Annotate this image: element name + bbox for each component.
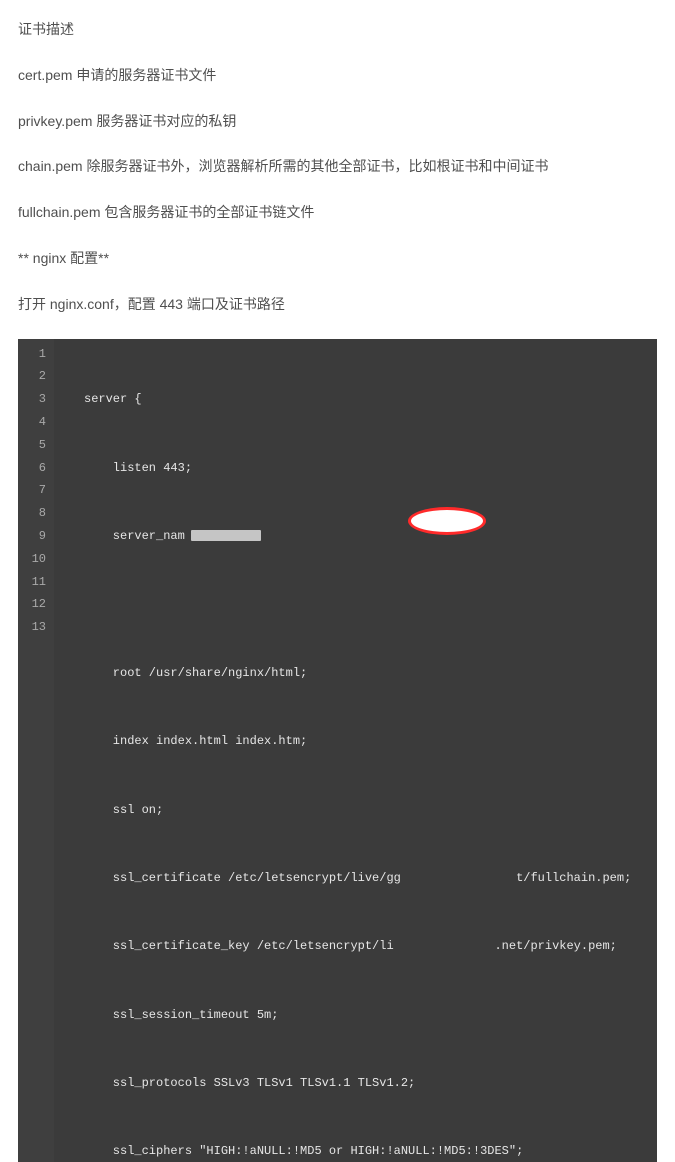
line-number: 1 [18,343,46,366]
code-line: server { [84,388,657,411]
para-cert-pem: cert.pem 申请的服务器证书文件 [18,64,657,88]
code-line: index index.html index.htm; [84,730,657,753]
code-line: listen 443; [84,457,657,480]
code-line [84,593,657,616]
line-number: 3 [18,388,46,411]
line-number: 4 [18,411,46,434]
line-number: 9 [18,525,46,548]
line-number: 12 [18,593,46,616]
code-line: ssl_certificate_key /etc/letsencrypt/li … [84,935,657,958]
code-block-nginx[interactable]: 1 2 3 4 5 6 7 8 9 10 11 12 13 server { l… [18,339,657,1162]
para-chain-pem: chain.pem 除服务器证书外，浏览器解析所需的其他全部证书，比如根证书和中… [18,155,657,179]
line-number: 10 [18,548,46,571]
para-privkey-pem: privkey.pem 服务器证书对应的私钥 [18,110,657,134]
line-number: 5 [18,434,46,457]
code-line: ssl_ciphers "HIGH:!aNULL:!MD5 or HIGH:!a… [84,1140,657,1162]
code-line: ssl on; [84,799,657,822]
line-number: 2 [18,365,46,388]
code-line: root /usr/share/nginx/html; [84,662,657,685]
code-gutter: 1 2 3 4 5 6 7 8 9 10 11 12 13 [18,339,54,1162]
para-fullchain-pem: fullchain.pem 包含服务器证书的全部证书链文件 [18,201,657,225]
heading-nginx-config: ** nginx 配置** [18,247,657,271]
line-number: 13 [18,616,46,639]
line-number: 7 [18,479,46,502]
redaction-ellipse-icon [408,507,486,535]
redaction-gray-icon [191,530,261,541]
code-content[interactable]: server { listen 443; server_nam root /us… [84,343,657,1162]
code-line: ssl_certificate /etc/letsencrypt/live/gg… [84,867,657,890]
code-line: server_nam [84,525,657,548]
heading-cert-desc: 证书描述 [18,18,657,42]
line-number: 8 [18,502,46,525]
line-number: 11 [18,571,46,594]
para-open-nginx-conf: 打开 nginx.conf，配置 443 端口及证书路径 [18,293,657,317]
line-number: 6 [18,457,46,480]
code-line: ssl_protocols SSLv3 TLSv1 TLSv1.1 TLSv1.… [84,1072,657,1095]
code-text: server_nam [84,529,185,543]
code-line: ssl_session_timeout 5m; [84,1004,657,1027]
